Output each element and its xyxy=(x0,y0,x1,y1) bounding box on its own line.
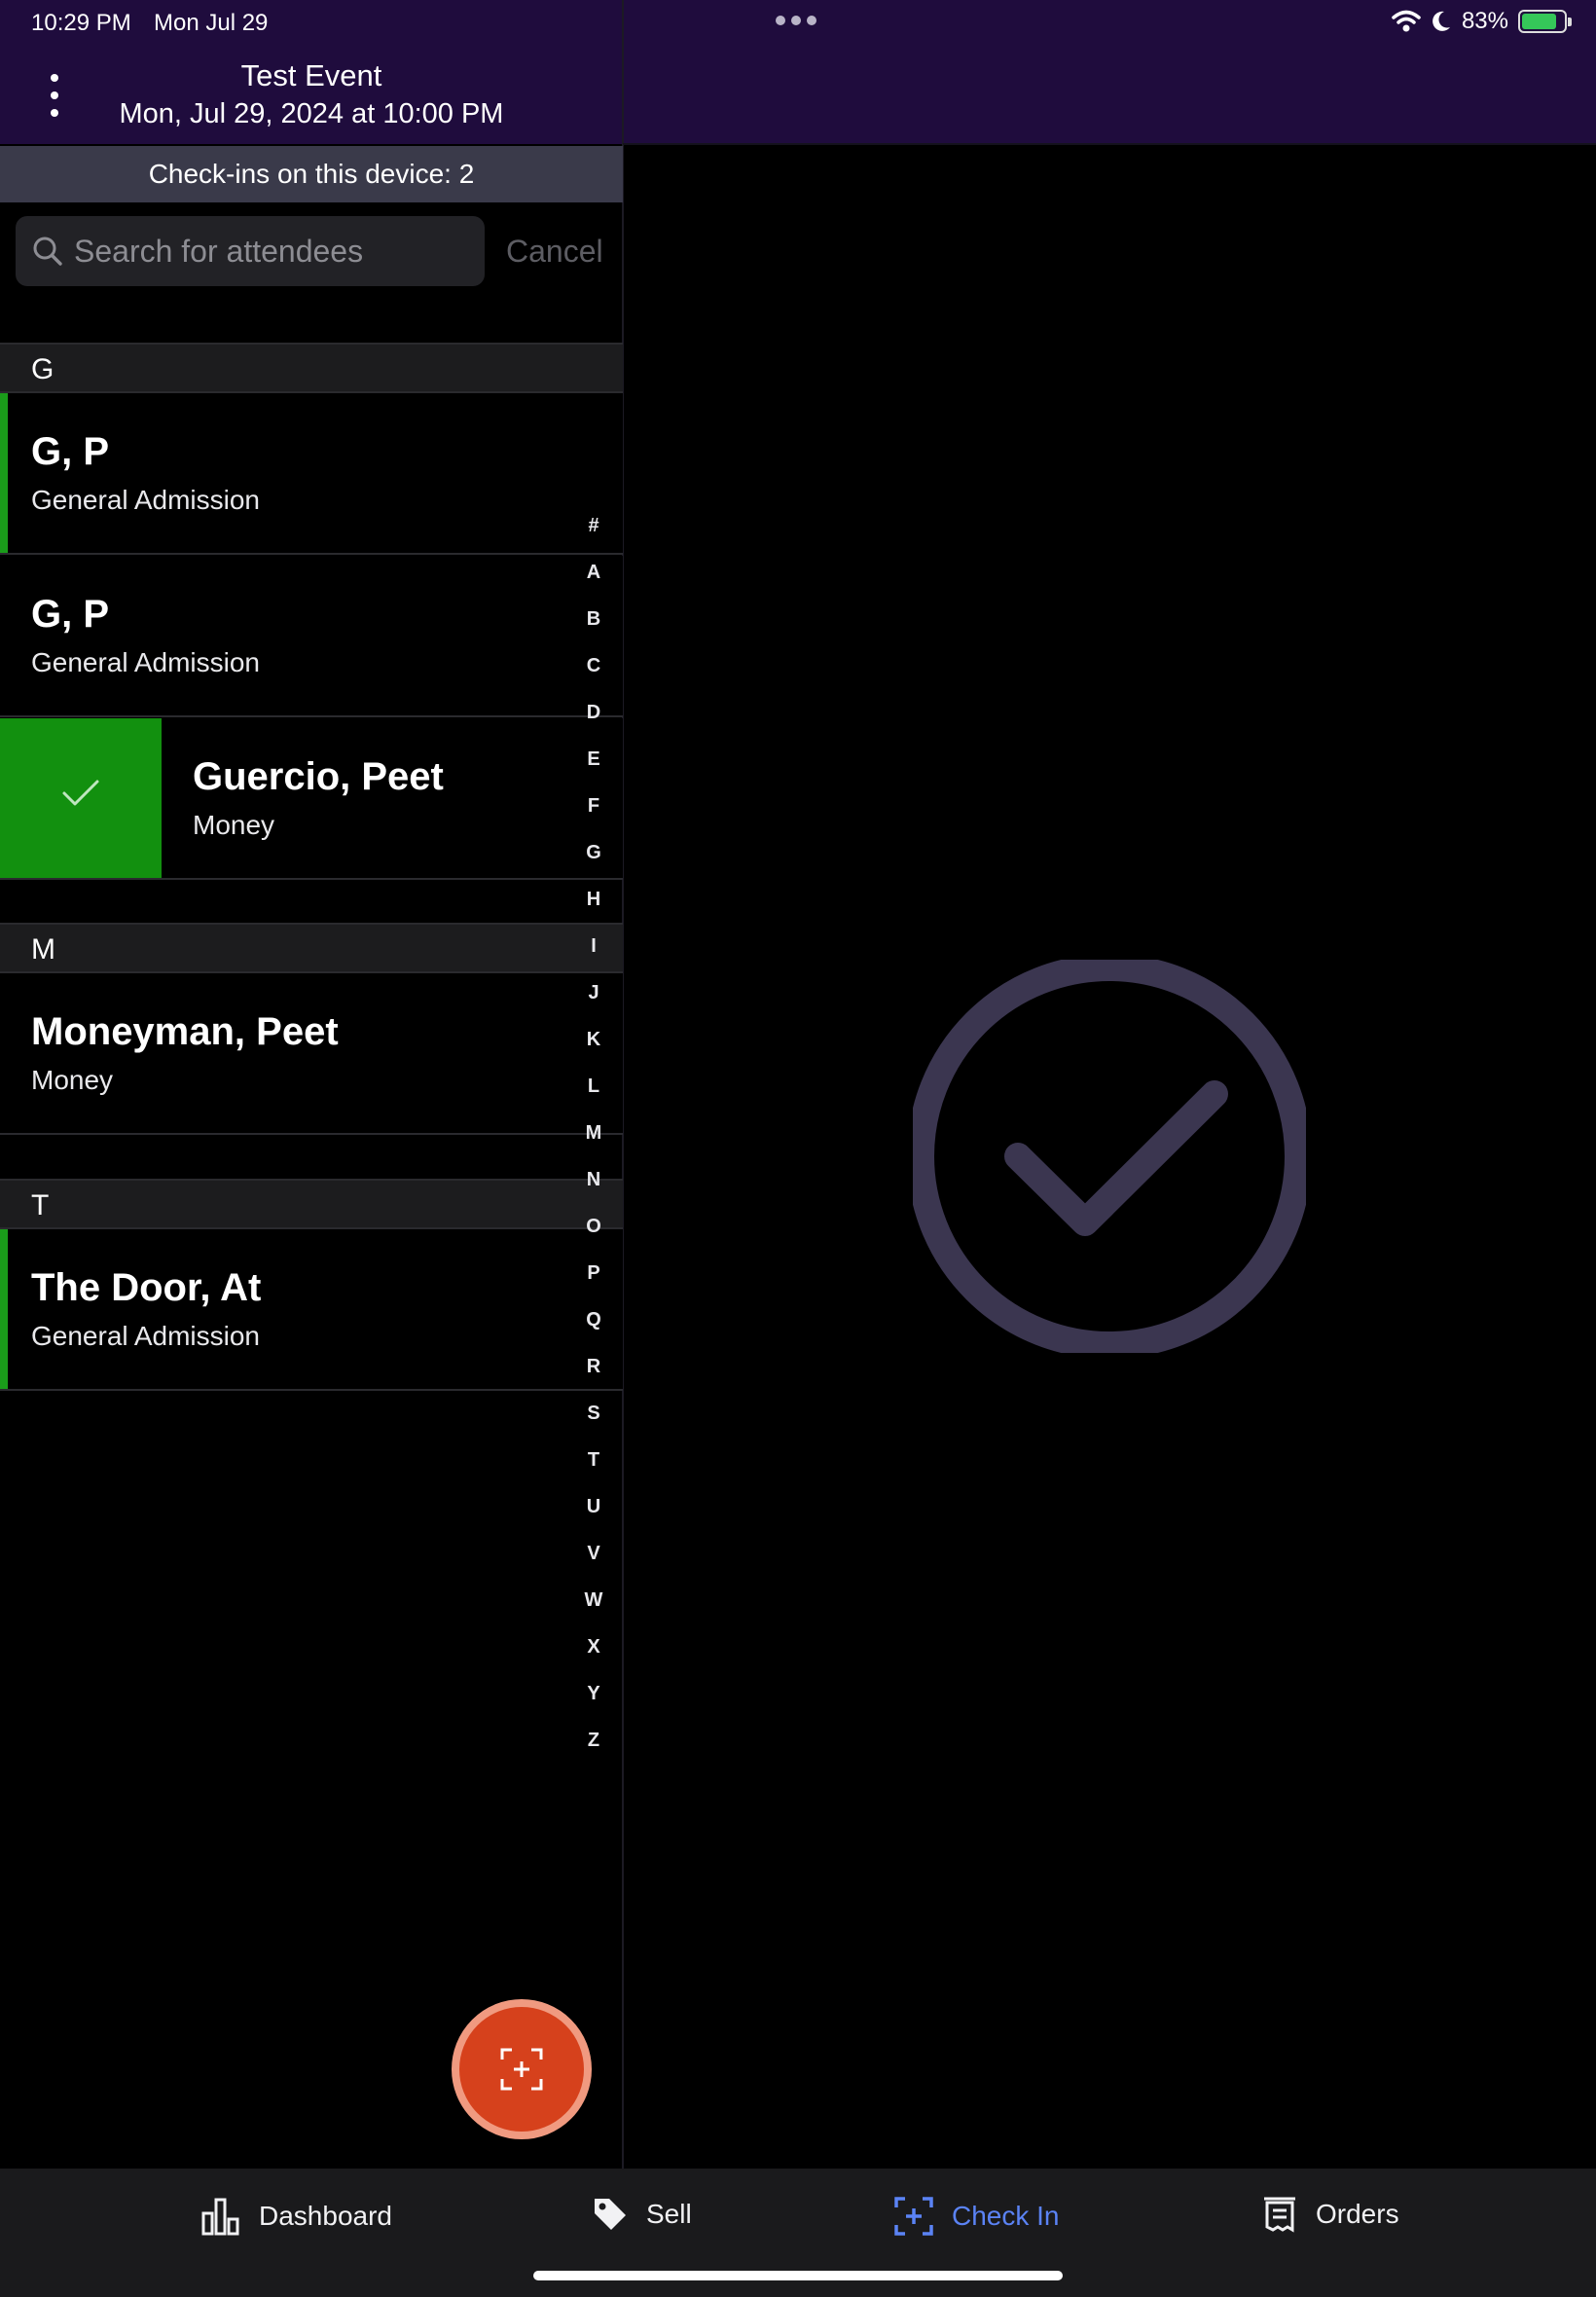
attendee-row[interactable]: The Door, At General Admission xyxy=(0,1229,623,1391)
tab-label: Sell xyxy=(646,2199,692,2229)
search-icon xyxy=(33,237,62,266)
status-date: Mon Jul 29 xyxy=(154,10,269,36)
event-datetime: Mon, Jul 29, 2024 at 10:00 PM xyxy=(119,98,504,129)
checkins-banner: Check-ins on this device: 2 xyxy=(0,146,623,202)
index-letter[interactable]: R xyxy=(574,1351,613,1398)
index-letter[interactable]: I xyxy=(574,930,613,977)
cancel-button[interactable]: Cancel xyxy=(506,234,603,270)
battery-icon xyxy=(1518,10,1572,33)
tab-dashboard[interactable]: Dashboard xyxy=(200,2196,392,2237)
index-letter[interactable]: B xyxy=(574,603,613,650)
receipt-icon xyxy=(1264,2197,1295,2233)
index-letter[interactable]: A xyxy=(574,557,613,603)
moon-icon xyxy=(1433,11,1450,31)
index-letter[interactable]: T xyxy=(574,1444,613,1491)
index-letter[interactable]: D xyxy=(574,697,613,744)
index-letter[interactable]: W xyxy=(574,1585,613,1631)
status-time: 10:29 PM xyxy=(31,10,131,36)
attendee-name: Moneyman, Peet xyxy=(31,1010,339,1053)
attendee-name: G, P xyxy=(31,430,110,473)
tab-check-in[interactable]: Check In xyxy=(893,2196,1060,2237)
attendee-row[interactable]: G, P General Admission xyxy=(0,393,623,555)
index-letter[interactable]: E xyxy=(574,744,613,790)
index-letter[interactable]: C xyxy=(574,650,613,697)
check-icon xyxy=(62,780,99,806)
tab-label: Orders xyxy=(1316,2199,1399,2229)
index-letter[interactable]: V xyxy=(574,1538,613,1585)
event-title: Test Event xyxy=(240,58,382,92)
status-bar: 10:29 PM Mon Jul 29 83% xyxy=(0,0,1596,47)
attendee-name: G, P xyxy=(31,593,110,636)
attendee-row[interactable]: G, P General Admission xyxy=(0,556,623,717)
attendee-ticket: General Admission xyxy=(31,647,261,677)
home-indicator[interactable] xyxy=(533,2271,1063,2280)
index-letter[interactable]: O xyxy=(574,1211,613,1258)
attendee-name: Guercio, Peet xyxy=(193,755,444,798)
index-letter[interactable]: S xyxy=(574,1398,613,1444)
status-indicators: 83% xyxy=(1392,8,1572,35)
check-circle-icon xyxy=(913,960,1306,1353)
bar-chart-icon xyxy=(201,2198,239,2236)
header-divider xyxy=(623,143,1596,145)
index-letter[interactable]: U xyxy=(574,1491,613,1538)
index-letter[interactable]: K xyxy=(574,1024,613,1071)
check-in-swipe-button[interactable] xyxy=(0,718,162,878)
tab-label: Dashboard xyxy=(259,2201,392,2231)
section-header-m: M xyxy=(0,923,623,973)
attendee-row[interactable]: Guercio, Peet Money xyxy=(0,718,623,880)
index-letter[interactable]: Y xyxy=(574,1678,613,1725)
attendee-ticket: General Admission xyxy=(31,485,261,515)
attendee-ticket: Money xyxy=(31,1065,114,1095)
tab-label: Check In xyxy=(952,2201,1060,2231)
tag-icon xyxy=(595,2199,626,2230)
checked-in-indicator xyxy=(0,1229,8,1389)
wifi-icon xyxy=(1392,10,1421,32)
index-letter[interactable]: Q xyxy=(574,1304,613,1351)
attendee-ticket: General Admission xyxy=(31,1321,261,1351)
index-letter[interactable]: M xyxy=(574,1117,613,1164)
alphabet-index[interactable]: # A B C D E F G H I J K L M N O P Q R S T U V W X Y Z xyxy=(574,510,613,1771)
search-field[interactable] xyxy=(16,216,485,286)
index-letter[interactable]: X xyxy=(574,1631,613,1678)
section-header-g: G xyxy=(0,343,623,393)
index-letter[interactable]: F xyxy=(574,790,613,837)
index-letter[interactable]: Z xyxy=(574,1725,613,1771)
index-letter[interactable]: H xyxy=(574,884,613,930)
multitasking-dots-icon[interactable] xyxy=(776,16,816,25)
attendee-ticket: Money xyxy=(193,810,275,840)
search-input[interactable] xyxy=(74,216,473,286)
index-letter[interactable]: # xyxy=(574,510,613,557)
index-letter[interactable]: J xyxy=(574,977,613,1024)
battery-level xyxy=(1522,14,1556,29)
tab-sell[interactable]: Sell xyxy=(592,2196,692,2233)
battery-percent: 83% xyxy=(1461,8,1508,34)
attendee-row[interactable]: Moneyman, Peet Money xyxy=(0,973,623,1135)
index-letter[interactable]: P xyxy=(574,1258,613,1304)
index-letter[interactable]: L xyxy=(574,1071,613,1117)
section-header-t: T xyxy=(0,1179,623,1229)
checked-in-indicator xyxy=(0,393,8,553)
index-letter[interactable]: N xyxy=(574,1164,613,1211)
attendee-name: The Door, At xyxy=(31,1266,262,1309)
index-letter[interactable]: G xyxy=(574,837,613,884)
scan-plus-icon xyxy=(500,2048,543,2091)
scan-button[interactable] xyxy=(452,1999,592,2139)
scan-plus-icon xyxy=(894,2197,933,2236)
tab-orders[interactable]: Orders xyxy=(1261,2196,1399,2233)
